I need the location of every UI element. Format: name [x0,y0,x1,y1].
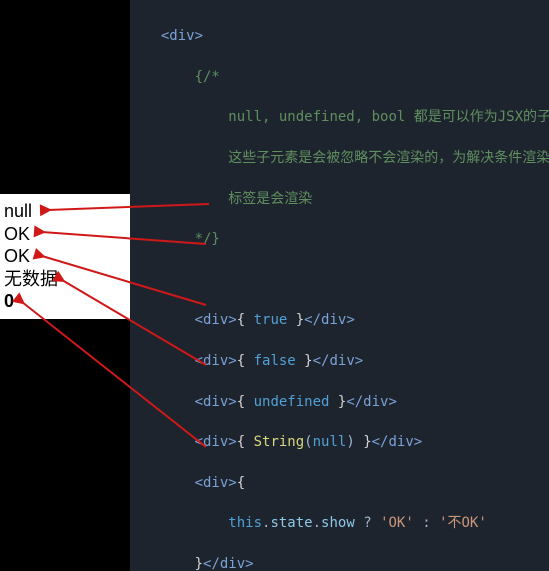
code-editor: <div> {/* null, undefined, bool 都是可以作为JS… [130,0,549,571]
tag: </div> [304,312,355,328]
tag: <div> [195,434,237,450]
tag-open: <div> [161,28,203,44]
tag: </div> [346,394,397,410]
comment-line: 这些子元素是会被忽略不会渲染的，为解决条件渲染的问题 [228,150,549,166]
tag: <div> [195,312,237,328]
render-output-box: null OK OK 无数据 0 [0,194,130,319]
comment-open: {/* [195,69,220,85]
fn-call: String [254,434,305,450]
tag: </div> [203,556,254,571]
output-line: 无数据 [4,268,126,291]
output-line: 0 [4,290,126,313]
output-line: OK [4,245,126,268]
null-literal: null [313,434,347,450]
tag: <div> [195,475,237,491]
comment-line: null, undefined, bool 都是可以作为JSX的子元素 [228,109,549,125]
tag: </div> [313,353,364,369]
output-line: OK [4,223,126,246]
output-line: null [4,200,126,223]
tag: <div> [195,394,237,410]
tag: <div> [195,353,237,369]
tag: </div> [372,434,423,450]
comment-line: 标签是会渲染 [228,191,312,207]
comment-close: */} [195,231,220,247]
